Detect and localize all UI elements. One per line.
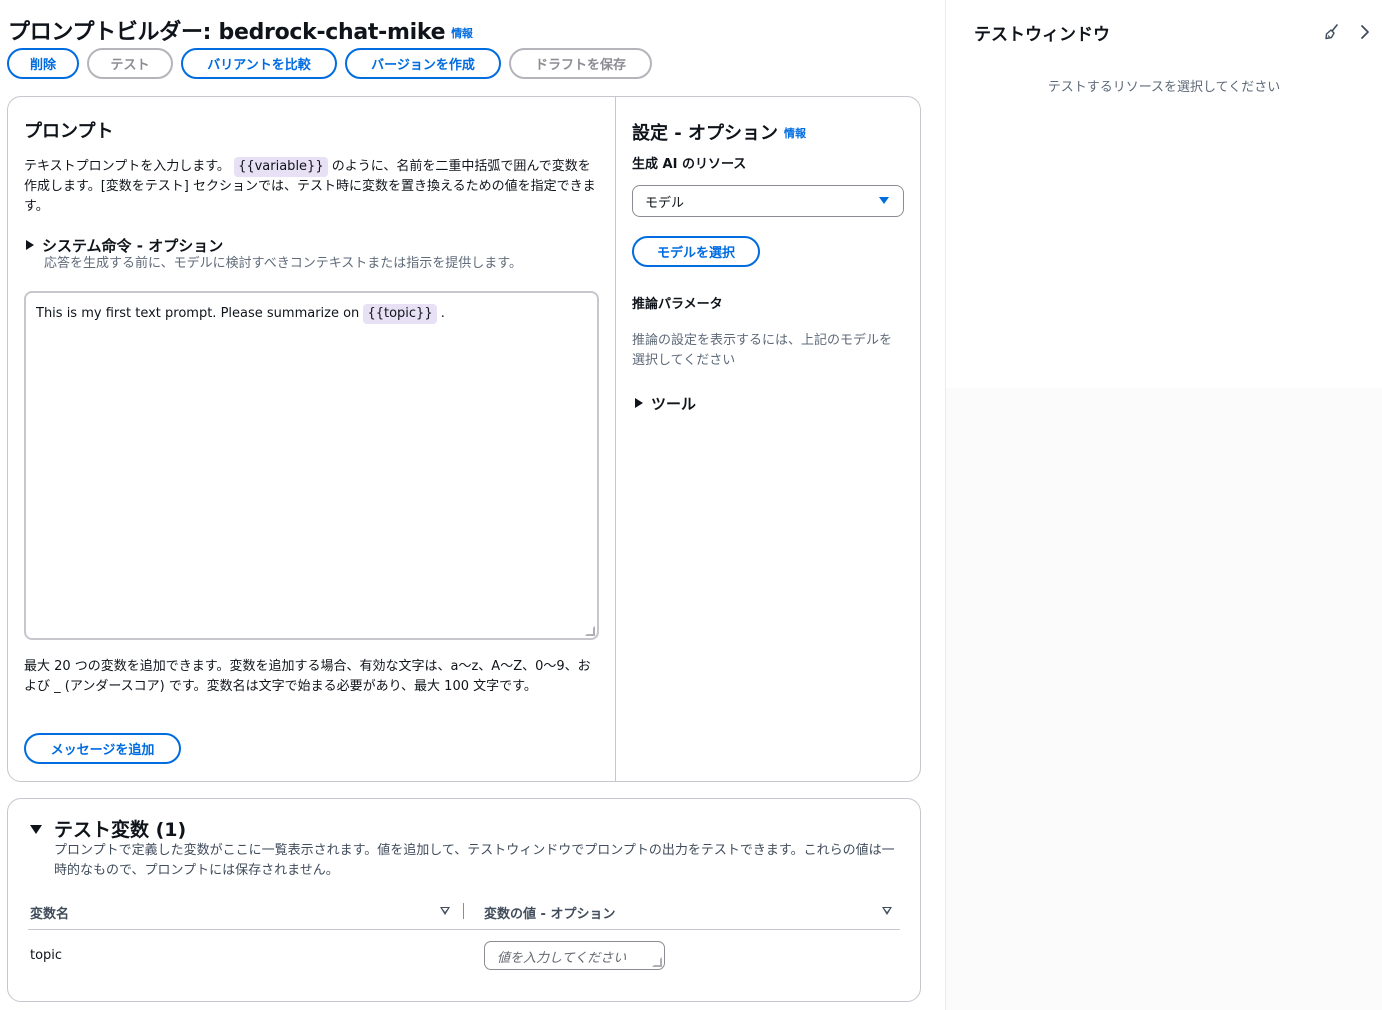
tools-toggle[interactable]: ツール bbox=[635, 393, 696, 414]
page-title-text: プロンプトビルダー: bedrock-chat-mike bbox=[8, 20, 446, 45]
test-window-title: テストウィンドウ bbox=[974, 25, 1110, 45]
caret-right-icon bbox=[26, 240, 34, 250]
variable-example-pill: {{variable}} bbox=[234, 157, 328, 177]
table-header-divider bbox=[28, 929, 900, 930]
settings-title: 設定 - オプション bbox=[632, 123, 779, 144]
test-button[interactable]: テスト bbox=[87, 48, 173, 79]
test-window-empty-message: テストするリソースを選択してください bbox=[1047, 80, 1281, 95]
page-title: プロンプトビルダー: bedrock-chat-mike 情報 bbox=[8, 14, 473, 46]
prompt-desc-prefix: テキストプロンプトを入力します。 bbox=[24, 159, 230, 174]
column-separator[interactable] bbox=[463, 903, 464, 919]
table-cell-variable-name: topic bbox=[30, 948, 63, 963]
variable-value-placeholder: 値を入力してください bbox=[497, 951, 627, 966]
topic-variable-pill: {{topic}} bbox=[363, 304, 437, 324]
test-variables-desc: プロンプトで定義した変数がここに一覧表示されます。値を追加して、テストウィンドウ… bbox=[54, 843, 895, 878]
inference-title: 推論パラメータ bbox=[632, 297, 723, 312]
resource-label: 生成 AI のリソース bbox=[632, 157, 747, 172]
test-variables-toggle[interactable]: テスト変数 (1) bbox=[30, 815, 186, 842]
caret-right-icon bbox=[635, 398, 643, 408]
resize-handle-icon[interactable] bbox=[585, 626, 595, 636]
add-message-button[interactable]: メッセージを追加 bbox=[24, 733, 181, 764]
inference-description: 推論の設定を表示するには、上記のモデルを選択してください bbox=[632, 333, 893, 368]
resize-handle-icon[interactable] bbox=[652, 957, 662, 967]
prompt-card: プロンプト テキストプロンプトを入力します。 {{variable}} のように… bbox=[7, 96, 921, 782]
sort-icon[interactable] bbox=[882, 907, 892, 915]
caret-down-icon bbox=[879, 197, 889, 204]
test-variables-title: テスト変数 (1) bbox=[54, 819, 187, 841]
system-instructions-toggle[interactable]: システム命令 - オプション bbox=[26, 235, 223, 256]
save-draft-button[interactable]: ドラフトを保存 bbox=[509, 48, 652, 79]
variable-limits-text: 最大 20 つの変数を追加できます。変数を追加する場合、有効な文字は、a〜z、A… bbox=[24, 659, 591, 694]
clear-brush-icon[interactable] bbox=[1323, 23, 1341, 41]
create-version-button[interactable]: バージョンを作成 bbox=[345, 48, 501, 79]
resource-select-value: モデル bbox=[645, 196, 685, 211]
column-header-name[interactable]: 変数名 bbox=[30, 903, 69, 922]
system-instructions-desc: 応答を生成する前に、モデルに検討すべきコンテキストまたは指示を提供します。 bbox=[44, 256, 523, 271]
delete-button[interactable]: 削除 bbox=[7, 48, 79, 79]
settings-header: 設定 - オプション 情報 bbox=[632, 119, 806, 145]
prompt-description: テキストプロンプトを入力します。 {{variable}} のように、名前を二重… bbox=[24, 157, 602, 217]
select-model-button[interactable]: モデルを選択 bbox=[632, 236, 760, 267]
compare-variants-button[interactable]: バリアントを比較 bbox=[181, 48, 337, 79]
test-window-background bbox=[946, 388, 1382, 1010]
prompt-title: プロンプト bbox=[24, 121, 114, 142]
tools-label: ツール bbox=[651, 395, 697, 413]
sort-icon[interactable] bbox=[440, 907, 450, 915]
resource-select[interactable]: モデル bbox=[632, 185, 904, 217]
settings-info-link[interactable]: 情報 bbox=[784, 127, 806, 140]
prompt-text-end: . bbox=[440, 306, 445, 321]
prompt-textarea[interactable]: This is my first text prompt. Please sum… bbox=[24, 291, 599, 640]
prompt-builder-page: プロンプトビルダー: bedrock-chat-mike 情報 削除 テスト バリ… bbox=[0, 0, 1382, 1010]
caret-down-icon bbox=[30, 825, 42, 834]
prompt-text: This is my first text prompt. Please sum… bbox=[36, 306, 360, 321]
card-divider bbox=[615, 97, 616, 781]
test-variables-card: テスト変数 (1) プロンプトで定義した変数がここに一覧表示されます。値を追加し… bbox=[7, 798, 921, 1002]
header-info-link[interactable]: 情報 bbox=[451, 27, 473, 40]
system-instructions-title: システム命令 - オプション bbox=[42, 237, 224, 255]
variable-value-input[interactable]: 値を入力してください bbox=[484, 941, 665, 970]
chevron-right-icon[interactable] bbox=[1358, 24, 1372, 40]
column-header-value[interactable]: 変数の値 - オプション bbox=[484, 903, 615, 922]
